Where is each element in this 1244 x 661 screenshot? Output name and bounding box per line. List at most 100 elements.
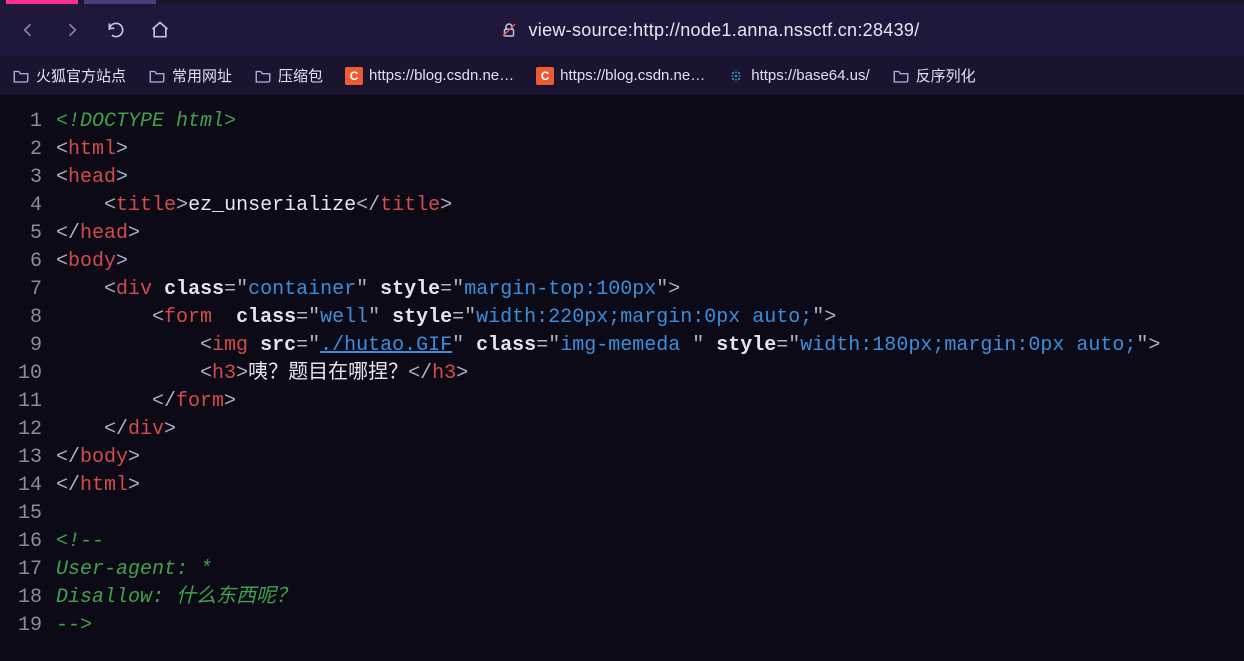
line-number: 12: [0, 416, 56, 444]
source-line: 1 <!DOCTYPE html>: [0, 108, 1244, 136]
line-number: 2: [0, 136, 56, 164]
bookmark-item[interactable]: https://base64.us/: [723, 65, 873, 87]
attr: src: [260, 334, 296, 357]
tag: div: [116, 278, 152, 301]
attr: class: [236, 306, 296, 329]
source-line: 14 </html>: [0, 472, 1244, 500]
bookmark-label: https://blog.csdn.ne…: [560, 67, 705, 84]
tag: html: [68, 138, 116, 161]
bookmark-item[interactable]: 火狐官方站点: [8, 63, 130, 88]
title-text: ez_unserialize: [188, 194, 356, 217]
source-line: 5 </head>: [0, 220, 1244, 248]
tag: h3: [212, 362, 236, 385]
tag: h3: [432, 362, 456, 385]
source-line: 2 <html>: [0, 136, 1244, 164]
tag: html: [80, 474, 128, 497]
line-number: 18: [0, 584, 56, 612]
bookmark-label: 火狐官方站点: [36, 65, 126, 86]
source-line: 17 User-agent: *: [0, 556, 1244, 584]
folder-icon: [892, 67, 910, 85]
site-icon: [727, 67, 745, 85]
tag: body: [68, 250, 116, 273]
attr: class: [164, 278, 224, 301]
attr-value: width:220px;margin:0px auto;: [476, 306, 812, 329]
source-line: 13 </body>: [0, 444, 1244, 472]
comment-line: Disallow: 什么东西呢？: [56, 586, 296, 609]
browser-toolbar: view-source:http://node1.anna.nssctf.cn:…: [0, 4, 1244, 56]
source-line: 15: [0, 500, 1244, 528]
source-line: 4 <title>ez_unserialize</title>: [0, 192, 1244, 220]
bookmark-label: 反序列化: [916, 65, 976, 86]
line-number: 1: [0, 108, 56, 136]
line-number: 19: [0, 612, 56, 640]
bookmark-item[interactable]: C https://blog.csdn.ne…: [341, 65, 518, 87]
bookmark-label: 压缩包: [278, 65, 323, 86]
folder-icon: [148, 67, 166, 85]
bookmarks-bar: 火狐官方站点 常用网址 压缩包 C https://blog.csdn.ne… …: [0, 56, 1244, 96]
source-line: 6 <body>: [0, 248, 1244, 276]
bookmark-label: https://blog.csdn.ne…: [369, 67, 514, 84]
source-line: 8 <form class="well" style="width:220px;…: [0, 304, 1244, 332]
comment-line: User-agent: *: [56, 558, 212, 581]
doctype: <!DOCTYPE html>: [56, 110, 236, 133]
line-number: 15: [0, 500, 56, 528]
comment-close: -->: [56, 614, 92, 637]
back-button[interactable]: [10, 12, 46, 48]
line-number: 7: [0, 276, 56, 304]
h3-text: 咦？题目在哪捏？: [248, 362, 408, 385]
home-button[interactable]: [142, 12, 178, 48]
line-number: 14: [0, 472, 56, 500]
attr-value: width:180px;margin:0px auto;: [800, 334, 1136, 357]
csdn-icon: C: [536, 67, 554, 85]
line-number: 10: [0, 360, 56, 388]
line-number: 3: [0, 164, 56, 192]
tag: head: [68, 166, 116, 189]
tag: body: [80, 446, 128, 469]
bookmark-item[interactable]: 常用网址: [144, 63, 236, 88]
source-line: 7 <div class="container" style="margin-t…: [0, 276, 1244, 304]
line-number: 6: [0, 248, 56, 276]
bookmark-label: https://base64.us/: [751, 67, 869, 84]
source-line: 11 </form>: [0, 388, 1244, 416]
tag: title: [116, 194, 176, 217]
attr: style: [380, 278, 440, 301]
insecure-lock-icon: [500, 21, 518, 39]
inactive-tab-indicator: [84, 0, 156, 4]
attr-value: well: [320, 306, 368, 329]
active-tab-indicator: [6, 0, 78, 4]
tag: head: [80, 222, 128, 245]
source-line: 18 Disallow: 什么东西呢？: [0, 584, 1244, 612]
view-source-pane[interactable]: 1 <!DOCTYPE html> 2 <html> 3 <head> 4 <t…: [0, 96, 1244, 661]
bookmark-item[interactable]: 反序列化: [888, 63, 980, 88]
attr: style: [716, 334, 776, 357]
source-line: 3 <head>: [0, 164, 1244, 192]
bookmark-item[interactable]: C https://blog.csdn.ne…: [532, 65, 709, 87]
folder-icon: [254, 67, 272, 85]
source-line: 19 -->: [0, 612, 1244, 640]
line-number: 16: [0, 528, 56, 556]
source-line: 10 <h3>咦？题目在哪捏？</h3>: [0, 360, 1244, 388]
attr-value: ./hutao.GIF: [320, 334, 452, 357]
line-number: 4: [0, 192, 56, 220]
bookmark-label: 常用网址: [172, 65, 232, 86]
tag: form: [164, 306, 212, 329]
reload-button[interactable]: [98, 12, 134, 48]
bookmark-item[interactable]: 压缩包: [250, 63, 327, 88]
attr-value: container: [248, 278, 356, 301]
line-number: 5: [0, 220, 56, 248]
attr: style: [392, 306, 452, 329]
tag: title: [380, 194, 440, 217]
line-number: 9: [0, 332, 56, 360]
line-number: 13: [0, 444, 56, 472]
forward-button[interactable]: [54, 12, 90, 48]
comment-open: <!--: [56, 530, 104, 553]
line-number: 8: [0, 304, 56, 332]
address-bar[interactable]: view-source:http://node1.anna.nssctf.cn:…: [500, 20, 919, 41]
tag: img: [212, 334, 248, 357]
tag: div: [128, 418, 164, 441]
source-line: 9 <img src="./hutao.GIF" class="img-meme…: [0, 332, 1244, 360]
attr-value: margin-top:100px: [464, 278, 656, 301]
attr: class: [476, 334, 536, 357]
tag: form: [176, 390, 224, 413]
source-line: 16 <!--: [0, 528, 1244, 556]
